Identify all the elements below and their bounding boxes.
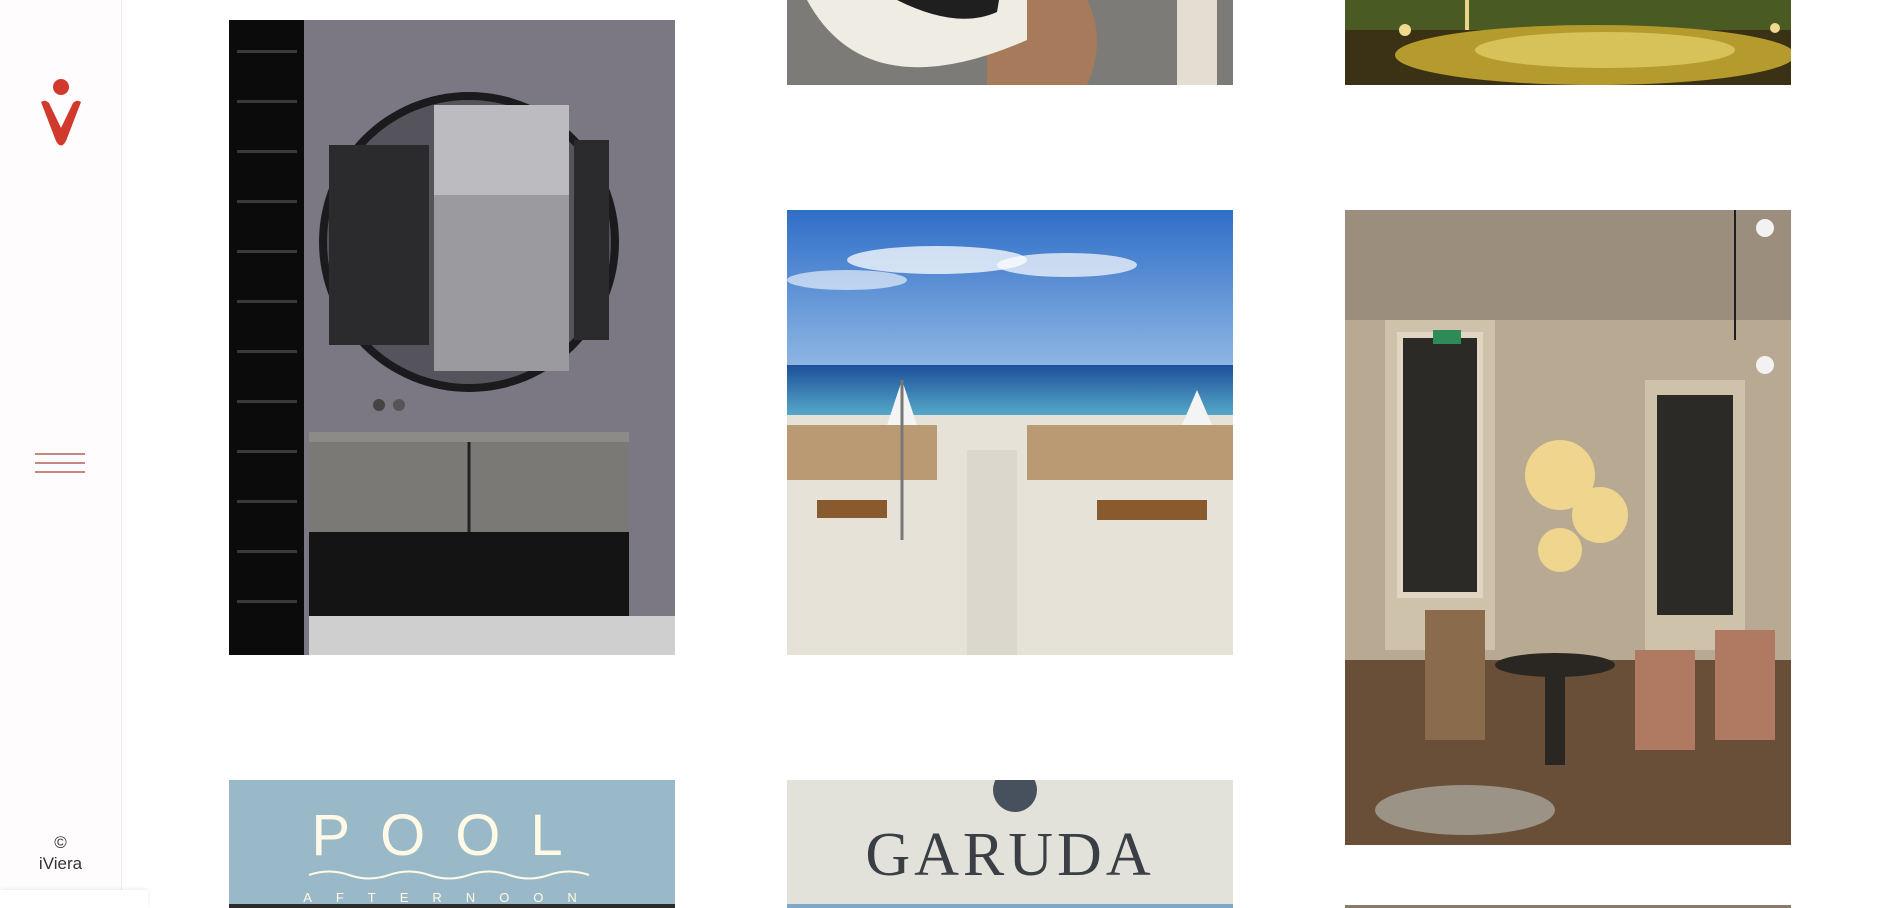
copyright: © iViera: [0, 832, 121, 874]
garuda-title: GARUDA: [865, 821, 1154, 889]
beach-photo[interactable]: [787, 210, 1233, 655]
hat-photo[interactable]: [787, 0, 1233, 85]
bottom-strip: [0, 890, 148, 908]
pool-afternoon-poster[interactable]: POOL AFTERNOON: [229, 780, 675, 908]
copyright-symbol: ©: [54, 833, 67, 852]
copyright-name: iViera: [38, 854, 83, 873]
sidebar: © iViera: [0, 0, 122, 908]
hamburger-menu-icon[interactable]: [33, 450, 87, 480]
pool-night-photo[interactable]: [1345, 0, 1791, 85]
pool-title: POOL: [311, 803, 592, 868]
bathroom-mirror-photo[interactable]: [229, 20, 675, 655]
garuda-photo[interactable]: GARUDA: [787, 780, 1233, 908]
pool-subtitle: AFTERNOON: [303, 890, 601, 905]
iviera-logo-icon[interactable]: [39, 78, 83, 148]
restaurant-interior-photo[interactable]: [1345, 210, 1791, 845]
